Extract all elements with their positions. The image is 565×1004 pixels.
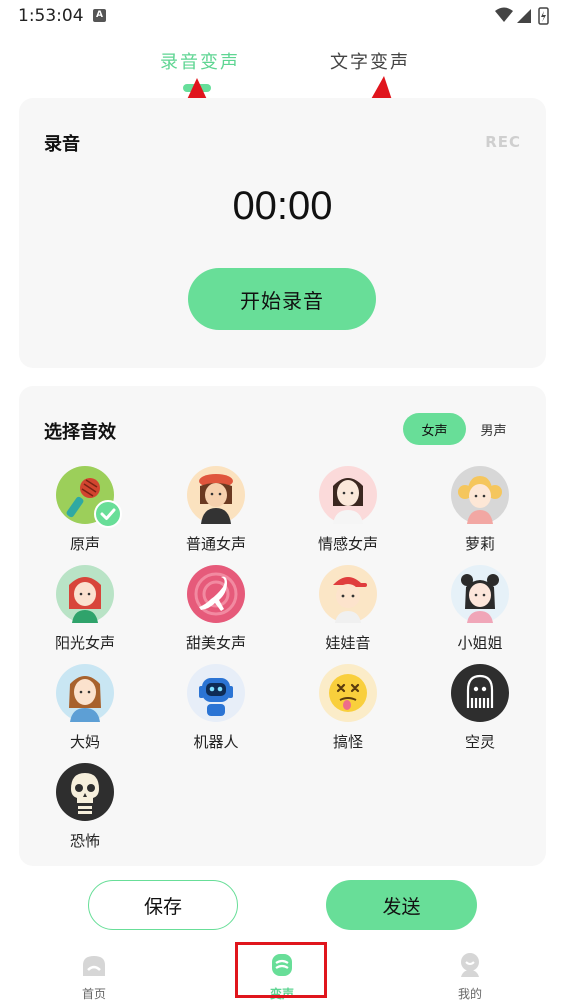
microphone-avatar-icon <box>56 466 122 528</box>
record-card: 录音 REC 00:00 开始录音 <box>19 98 546 368</box>
gender-toggle: 女声 男声 <box>403 413 521 445</box>
effect-original[interactable]: 原声 <box>40 466 130 554</box>
effect-label: 普通女声 <box>185 535 246 553</box>
tab-text-voice[interactable]: 文字变声 <box>330 48 410 74</box>
nav-home-label: 首页 <box>81 987 106 1001</box>
effect-label: 阳光女声 <box>54 634 115 652</box>
effect-label: 空灵 <box>464 733 495 751</box>
effect-label: 小姐姐 <box>457 634 503 652</box>
nav-home[interactable]: 首页 <box>54 944 134 1002</box>
status-icons <box>495 7 549 25</box>
effect-label: 情感女声 <box>317 535 378 553</box>
dizzy-face-avatar-icon <box>319 664 377 722</box>
rec-label: REC <box>485 133 521 151</box>
effect-sweet-female[interactable]: 甜美女声 <box>171 565 261 653</box>
status-bar: 1:53:04 A <box>0 0 565 32</box>
save-button[interactable]: 保存 <box>88 880 238 930</box>
effect-young-lady[interactable]: 小姐姐 <box>435 565 525 653</box>
effect-normal-female[interactable]: 普通女声 <box>171 466 261 554</box>
effect-label: 机器人 <box>193 733 239 751</box>
girl-longhair-avatar-icon <box>319 466 377 524</box>
annotation-highlight-box <box>235 942 327 998</box>
home-icon <box>83 956 105 976</box>
effect-ethereal[interactable]: 空灵 <box>435 664 525 752</box>
wifi-icon <box>495 7 513 22</box>
send-button[interactable]: 发送 <box>326 880 477 930</box>
effect-label: 娃娃音 <box>325 634 371 652</box>
effect-label: 大妈 <box>69 733 100 751</box>
top-tabs: 录音变声 文字变声 <box>0 48 565 98</box>
blonde-girl-avatar-icon <box>451 466 509 524</box>
effects-card: 选择音效 女声 男声 原声 普通女声 情感女声 萝莉 阳光女声 甜美女声 娃娃音… <box>19 386 546 866</box>
tab-record-voice[interactable]: 录音变声 <box>160 48 240 74</box>
effect-horror[interactable]: 恐怖 <box>40 763 130 851</box>
robot-avatar-icon <box>187 664 245 722</box>
male-voice-toggle[interactable]: 男声 <box>466 413 521 445</box>
selected-check-icon <box>94 500 122 528</box>
profile-icon <box>461 953 479 977</box>
red-hair-girl-avatar-icon <box>56 565 114 623</box>
signal-icon <box>517 9 531 23</box>
effect-funny[interactable]: 搞怪 <box>303 664 393 752</box>
nav-mine[interactable]: 我的 <box>430 944 510 1002</box>
effect-sunny-female[interactable]: 阳光女声 <box>40 565 130 653</box>
ghost-avatar-icon <box>451 664 509 722</box>
dancer-avatar-icon <box>187 565 245 623</box>
effect-label: 原声 <box>69 535 100 553</box>
girl-buns-avatar-icon <box>451 565 509 623</box>
status-time: 1:53:04 <box>18 6 84 26</box>
effect-auntie[interactable]: 大妈 <box>40 664 130 752</box>
nav-mine-label: 我的 <box>457 987 482 1001</box>
bottom-actions: 保存 发送 <box>0 880 565 932</box>
skull-avatar-icon <box>56 763 114 821</box>
record-title: 录音 <box>44 134 80 155</box>
girl-beret-avatar-icon <box>187 466 245 524</box>
effect-loli[interactable]: 萝莉 <box>435 466 525 554</box>
effect-label: 甜美女声 <box>185 634 246 652</box>
female-voice-toggle[interactable]: 女声 <box>403 413 466 445</box>
start-recording-button[interactable]: 开始录音 <box>188 268 376 330</box>
effect-label: 搞怪 <box>332 733 363 751</box>
notification-a-icon: A <box>93 9 106 22</box>
effect-robot[interactable]: 机器人 <box>171 664 261 752</box>
effects-title: 选择音效 <box>44 422 116 443</box>
effect-baby-voice[interactable]: 娃娃音 <box>303 565 393 653</box>
effect-label: 恐怖 <box>69 832 100 850</box>
effect-emotional-female[interactable]: 情感女声 <box>303 466 393 554</box>
effect-label: 萝莉 <box>464 535 495 553</box>
record-timer: 00:00 <box>232 184 333 228</box>
boy-cap-avatar-icon <box>319 565 377 623</box>
auntie-avatar-icon <box>56 664 114 722</box>
